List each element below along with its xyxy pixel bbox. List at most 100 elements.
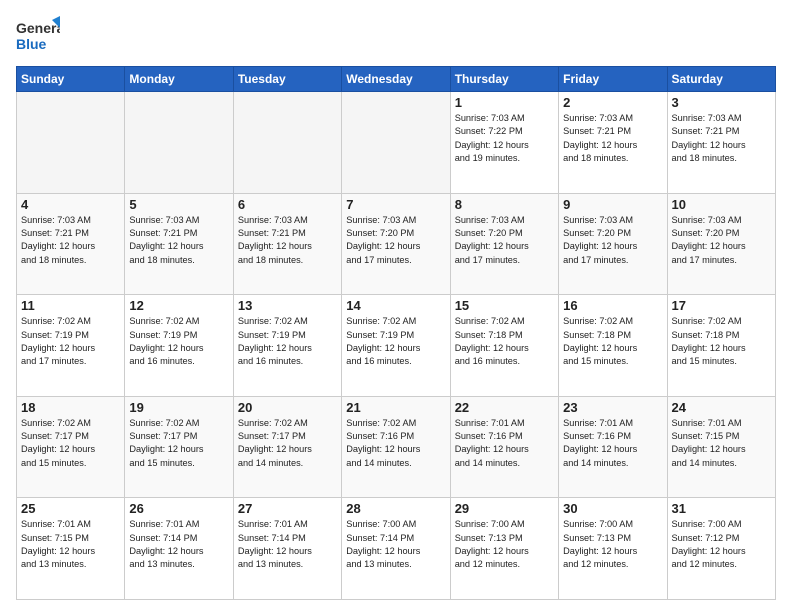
day-info: Sunrise: 7:02 AMSunset: 7:17 PMDaylight:… xyxy=(21,417,120,470)
calendar-header-tuesday: Tuesday xyxy=(233,67,341,92)
day-number: 19 xyxy=(129,400,228,415)
day-number: 29 xyxy=(455,501,554,516)
calendar-header-row: SundayMondayTuesdayWednesdayThursdayFrid… xyxy=(17,67,776,92)
calendar-cell: 30 Sunrise: 7:00 AMSunset: 7:13 PMDayligh… xyxy=(559,498,667,600)
day-number: 9 xyxy=(563,197,662,212)
day-info: Sunrise: 7:03 AMSunset: 7:20 PMDaylight:… xyxy=(672,214,771,267)
day-number: 20 xyxy=(238,400,337,415)
day-number: 15 xyxy=(455,298,554,313)
day-info: Sunrise: 7:03 AMSunset: 7:21 PMDaylight:… xyxy=(21,214,120,267)
day-info: Sunrise: 7:02 AMSunset: 7:19 PMDaylight:… xyxy=(129,315,228,368)
day-info: Sunrise: 7:03 AMSunset: 7:20 PMDaylight:… xyxy=(346,214,445,267)
day-number: 22 xyxy=(455,400,554,415)
calendar-cell: 11 Sunrise: 7:02 AMSunset: 7:19 PMDayligh… xyxy=(17,295,125,397)
day-info: Sunrise: 7:03 AMSunset: 7:20 PMDaylight:… xyxy=(455,214,554,267)
day-info: Sunrise: 7:02 AMSunset: 7:18 PMDaylight:… xyxy=(672,315,771,368)
calendar-header-friday: Friday xyxy=(559,67,667,92)
day-info: Sunrise: 7:01 AMSunset: 7:14 PMDaylight:… xyxy=(129,518,228,571)
day-number: 14 xyxy=(346,298,445,313)
day-info: Sunrise: 7:03 AMSunset: 7:21 PMDaylight:… xyxy=(672,112,771,165)
day-number: 12 xyxy=(129,298,228,313)
calendar-week-5: 25 Sunrise: 7:01 AMSunset: 7:15 PMDayligh… xyxy=(17,498,776,600)
day-number: 23 xyxy=(563,400,662,415)
calendar-cell: 5 Sunrise: 7:03 AMSunset: 7:21 PMDaylight… xyxy=(125,193,233,295)
calendar-week-2: 4 Sunrise: 7:03 AMSunset: 7:21 PMDaylight… xyxy=(17,193,776,295)
day-number: 24 xyxy=(672,400,771,415)
day-info: Sunrise: 7:00 AMSunset: 7:14 PMDaylight:… xyxy=(346,518,445,571)
calendar-cell: 1Sunrise: 7:03 AMSunset: 7:22 PMDaylight… xyxy=(450,92,558,194)
calendar-cell xyxy=(342,92,450,194)
day-number: 7 xyxy=(346,197,445,212)
calendar-cell: 20Sunrise: 7:02 AMSunset: 7:17 PMDayligh… xyxy=(233,396,341,498)
calendar-week-4: 18Sunrise: 7:02 AMSunset: 7:17 PMDayligh… xyxy=(17,396,776,498)
calendar-cell: 8 Sunrise: 7:03 AMSunset: 7:20 PMDaylight… xyxy=(450,193,558,295)
calendar-header-monday: Monday xyxy=(125,67,233,92)
day-number: 30 xyxy=(563,501,662,516)
day-info: Sunrise: 7:02 AMSunset: 7:16 PMDaylight:… xyxy=(346,417,445,470)
day-info: Sunrise: 7:01 AMSunset: 7:16 PMDaylight:… xyxy=(563,417,662,470)
calendar-cell: 14 Sunrise: 7:02 AMSunset: 7:19 PMDayligh… xyxy=(342,295,450,397)
day-number: 3 xyxy=(672,95,771,110)
day-info: Sunrise: 7:02 AMSunset: 7:19 PMDaylight:… xyxy=(346,315,445,368)
calendar-cell xyxy=(125,92,233,194)
calendar-cell: 13Sunrise: 7:02 AMSunset: 7:19 PMDayligh… xyxy=(233,295,341,397)
calendar-cell: 17 Sunrise: 7:02 AMSunset: 7:18 PMDayligh… xyxy=(667,295,775,397)
calendar-cell: 16 Sunrise: 7:02 AMSunset: 7:18 PMDayligh… xyxy=(559,295,667,397)
day-number: 16 xyxy=(563,298,662,313)
calendar: SundayMondayTuesdayWednesdayThursdayFrid… xyxy=(16,66,776,600)
calendar-header-wednesday: Wednesday xyxy=(342,67,450,92)
day-info: Sunrise: 7:02 AMSunset: 7:18 PMDaylight:… xyxy=(455,315,554,368)
calendar-cell: 7 Sunrise: 7:03 AMSunset: 7:20 PMDaylight… xyxy=(342,193,450,295)
day-info: Sunrise: 7:01 AMSunset: 7:14 PMDaylight:… xyxy=(238,518,337,571)
day-number: 26 xyxy=(129,501,228,516)
calendar-cell: 31 Sunrise: 7:00 AMSunset: 7:12 PMDayligh… xyxy=(667,498,775,600)
calendar-cell: 21 Sunrise: 7:02 AMSunset: 7:16 PMDayligh… xyxy=(342,396,450,498)
calendar-cell: 2Sunrise: 7:03 AMSunset: 7:21 PMDaylight… xyxy=(559,92,667,194)
calendar-cell: 6 Sunrise: 7:03 AMSunset: 7:21 PMDaylight… xyxy=(233,193,341,295)
day-info: Sunrise: 7:01 AMSunset: 7:15 PMDaylight:… xyxy=(21,518,120,571)
calendar-week-3: 11 Sunrise: 7:02 AMSunset: 7:19 PMDayligh… xyxy=(17,295,776,397)
calendar-cell xyxy=(233,92,341,194)
svg-text:Blue: Blue xyxy=(16,36,47,52)
calendar-cell: 10 Sunrise: 7:03 AMSunset: 7:20 PMDayligh… xyxy=(667,193,775,295)
day-info: Sunrise: 7:01 AMSunset: 7:15 PMDaylight:… xyxy=(672,417,771,470)
day-number: 6 xyxy=(238,197,337,212)
day-info: Sunrise: 7:02 AMSunset: 7:18 PMDaylight:… xyxy=(563,315,662,368)
day-info: Sunrise: 7:00 AMSunset: 7:13 PMDaylight:… xyxy=(563,518,662,571)
calendar-cell: 15 Sunrise: 7:02 AMSunset: 7:18 PMDayligh… xyxy=(450,295,558,397)
day-number: 4 xyxy=(21,197,120,212)
calendar-cell xyxy=(17,92,125,194)
day-number: 5 xyxy=(129,197,228,212)
calendar-cell: 24 Sunrise: 7:01 AMSunset: 7:15 PMDayligh… xyxy=(667,396,775,498)
day-number: 17 xyxy=(672,298,771,313)
day-number: 28 xyxy=(346,501,445,516)
calendar-cell: 3 Sunrise: 7:03 AMSunset: 7:21 PMDaylight… xyxy=(667,92,775,194)
calendar-cell: 25 Sunrise: 7:01 AMSunset: 7:15 PMDayligh… xyxy=(17,498,125,600)
calendar-cell: 9Sunrise: 7:03 AMSunset: 7:20 PMDaylight… xyxy=(559,193,667,295)
calendar-week-1: 1Sunrise: 7:03 AMSunset: 7:22 PMDaylight… xyxy=(17,92,776,194)
day-number: 31 xyxy=(672,501,771,516)
calendar-cell: 4 Sunrise: 7:03 AMSunset: 7:21 PMDaylight… xyxy=(17,193,125,295)
day-number: 10 xyxy=(672,197,771,212)
day-info: Sunrise: 7:02 AMSunset: 7:17 PMDaylight:… xyxy=(129,417,228,470)
calendar-header-sunday: Sunday xyxy=(17,67,125,92)
day-number: 27 xyxy=(238,501,337,516)
day-info: Sunrise: 7:03 AMSunset: 7:21 PMDaylight:… xyxy=(129,214,228,267)
day-number: 25 xyxy=(21,501,120,516)
calendar-cell: 23 Sunrise: 7:01 AMSunset: 7:16 PMDayligh… xyxy=(559,396,667,498)
logo: General Blue xyxy=(16,16,60,56)
day-info: Sunrise: 7:00 AMSunset: 7:12 PMDaylight:… xyxy=(672,518,771,571)
calendar-cell: 29 Sunrise: 7:00 AMSunset: 7:13 PMDayligh… xyxy=(450,498,558,600)
day-info: Sunrise: 7:00 AMSunset: 7:13 PMDaylight:… xyxy=(455,518,554,571)
day-info: Sunrise: 7:03 AMSunset: 7:21 PMDaylight:… xyxy=(238,214,337,267)
day-info: Sunrise: 7:02 AMSunset: 7:19 PMDaylight:… xyxy=(238,315,337,368)
day-info: Sunrise: 7:03 AMSunset: 7:22 PMDaylight:… xyxy=(455,112,554,165)
day-number: 11 xyxy=(21,298,120,313)
calendar-cell: 19 Sunrise: 7:02 AMSunset: 7:17 PMDayligh… xyxy=(125,396,233,498)
calendar-cell: 18Sunrise: 7:02 AMSunset: 7:17 PMDayligh… xyxy=(17,396,125,498)
day-number: 8 xyxy=(455,197,554,212)
day-info: Sunrise: 7:02 AMSunset: 7:19 PMDaylight:… xyxy=(21,315,120,368)
calendar-cell: 28 Sunrise: 7:00 AMSunset: 7:14 PMDayligh… xyxy=(342,498,450,600)
day-number: 2 xyxy=(563,95,662,110)
day-number: 21 xyxy=(346,400,445,415)
